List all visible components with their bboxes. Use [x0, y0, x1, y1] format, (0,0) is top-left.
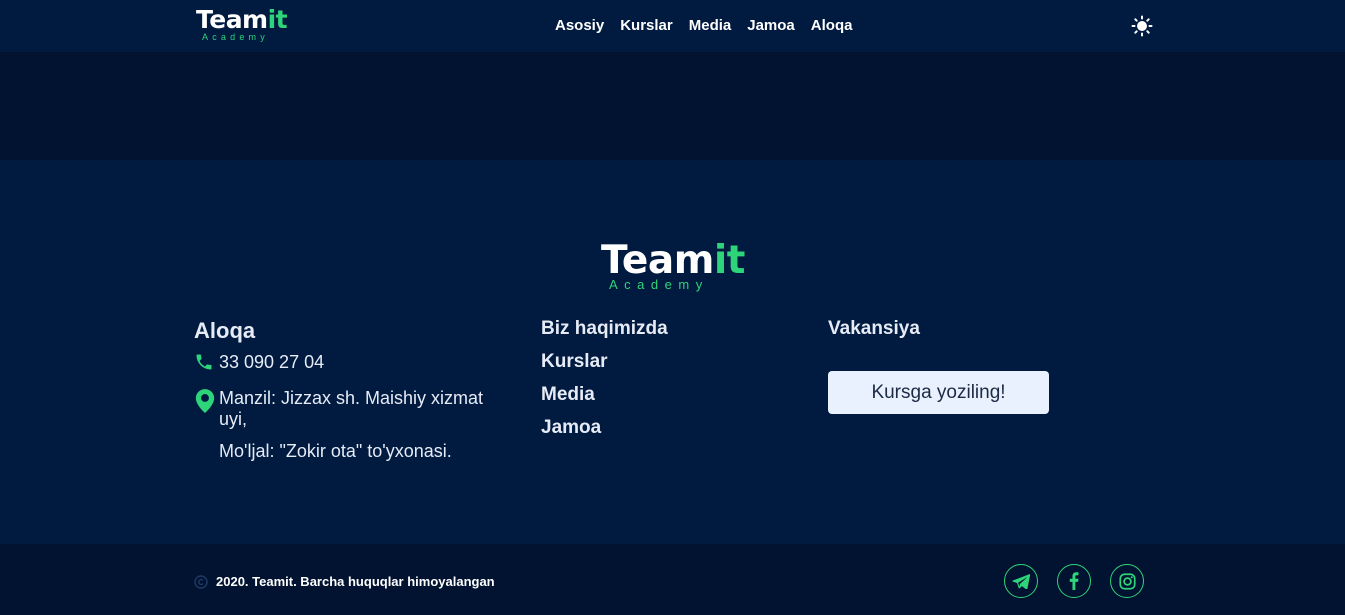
bottom-bar: 2020. Teamit. Barcha huquqlar himoyalang…: [0, 544, 1345, 615]
contact-phone[interactable]: 33 090 27 04: [219, 352, 499, 373]
social-links: [1004, 564, 1144, 598]
enroll-button[interactable]: Kursga yoziling!: [828, 371, 1049, 414]
footer-link-kurslar[interactable]: Kurslar: [541, 351, 668, 373]
contact-landmark-row: Mo'ljal: "Zokir ota" to'yxonasi.: [194, 441, 514, 462]
content-band: [0, 52, 1345, 160]
nav-link-media[interactable]: Media: [689, 17, 732, 34]
logo-subtitle: Academy: [202, 32, 269, 42]
copyright: 2020. Teamit. Barcha huquqlar himoyalang…: [194, 574, 495, 589]
footer-link-jamoa[interactable]: Jamoa: [541, 417, 668, 439]
nav-link-asosiy[interactable]: Asosiy: [555, 17, 604, 34]
nav-menu: Asosiy Kurslar Media Jamoa Aloqa: [555, 17, 852, 34]
nav-link-kurslar[interactable]: Kurslar: [620, 17, 673, 34]
contact-address: Manzil: Jizzax sh. Maishiy xizmat uyi,: [219, 388, 484, 429]
facebook-icon: [1069, 572, 1079, 590]
footer-logo-text-accent: it: [713, 238, 746, 283]
telegram-link[interactable]: [1004, 564, 1038, 598]
logo-text-main: Team: [196, 5, 268, 34]
logo-text-accent: it: [267, 5, 288, 34]
facebook-link[interactable]: [1057, 564, 1091, 598]
contact-heading: Aloqa: [194, 318, 256, 343]
logo-wordmark: Teamit: [196, 5, 288, 34]
footer-links: Biz haqimizda Kurslar Media Jamoa: [541, 318, 668, 450]
vacancy-section: Vakansiya Kursga yoziling!: [828, 318, 1049, 414]
copyright-icon: [194, 574, 208, 589]
navbar: Teamit Academy Asosiy Kurslar Media Jamo…: [0, 0, 1345, 52]
contact-landmark: Mo'ljal: "Zokir ota" to'yxonasi.: [219, 441, 452, 461]
telegram-icon: [1012, 574, 1030, 589]
footer: Teamit Academy Aloqa 33 090 27 04 Manzil…: [0, 160, 1345, 544]
nav-link-aloqa[interactable]: Aloqa: [811, 17, 853, 34]
navbar-logo[interactable]: Teamit Academy: [196, 5, 288, 42]
footer-logo[interactable]: Teamit Academy: [601, 240, 745, 292]
instagram-link[interactable]: [1110, 564, 1144, 598]
contact-address-row: Manzil: Jizzax sh. Maishiy xizmat uyi,: [194, 388, 514, 430]
contact-phone-row: 33 090 27 04: [194, 352, 514, 377]
copyright-text: 2020. Teamit. Barcha huquqlar himoyalang…: [216, 574, 495, 589]
theme-toggle-button[interactable]: [1131, 15, 1153, 37]
sun-icon: [1131, 15, 1153, 37]
nav-link-jamoa[interactable]: Jamoa: [747, 17, 795, 34]
footer-link-biz-haqimizda[interactable]: Biz haqimizda: [541, 318, 668, 340]
footer-link-media[interactable]: Media: [541, 384, 668, 406]
footer-logo-wordmark: Teamit: [601, 240, 745, 282]
instagram-icon: [1118, 572, 1136, 590]
vacancy-link[interactable]: Vakansiya: [828, 318, 920, 340]
phone-icon: [194, 352, 219, 377]
contact-section: Aloqa 33 090 27 04 Manzil: Jizzax sh. Ma…: [194, 318, 514, 473]
map-pin-icon: [194, 388, 219, 419]
